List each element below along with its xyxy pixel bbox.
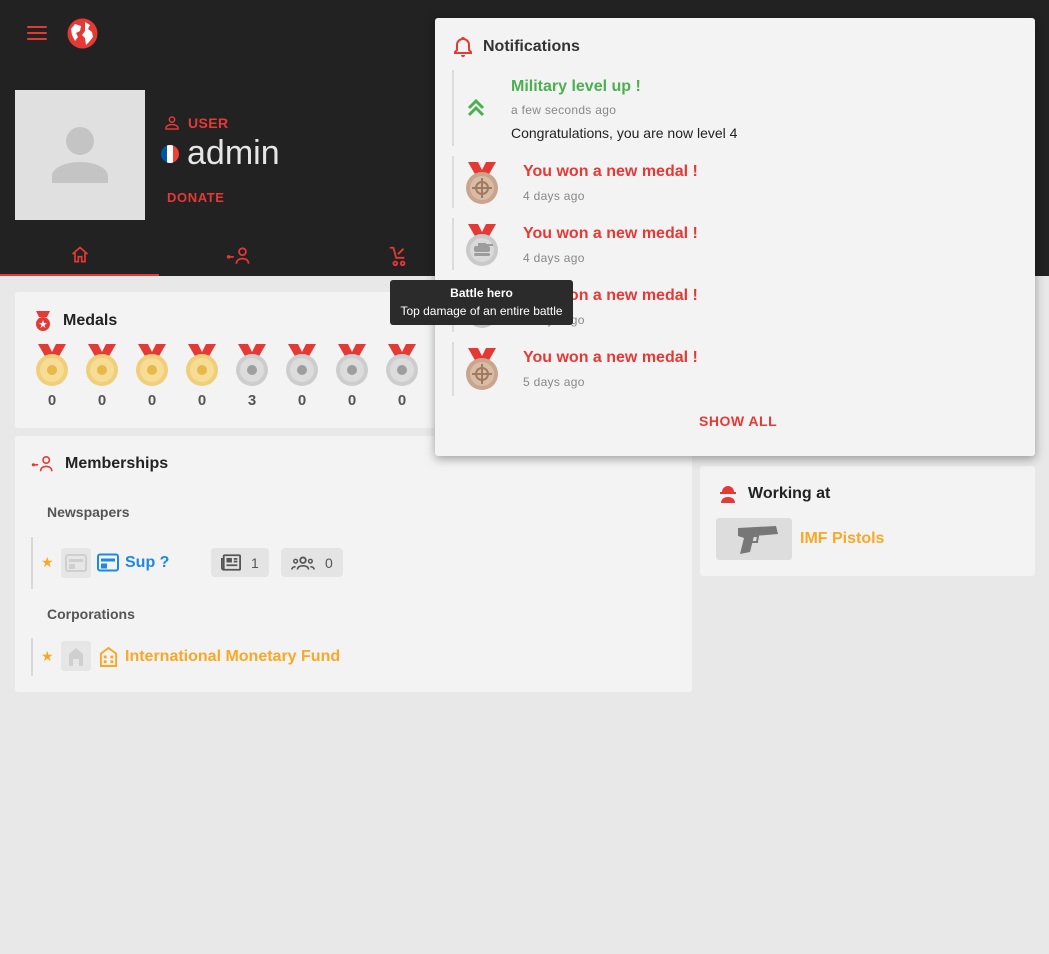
newspaper-link[interactable]: Sup ? (125, 554, 169, 572)
notification-divider (452, 218, 454, 270)
worker-icon (720, 486, 736, 503)
memberships-title: Memberships (65, 455, 169, 472)
corporations-label: Corporations (47, 606, 135, 622)
notification-time: 4 days ago (523, 251, 585, 265)
double-chevron-up-icon (467, 98, 485, 117)
pistol-image (716, 518, 792, 560)
flag-medal-icon[interactable] (135, 344, 169, 393)
crosshair-medal-icon (464, 348, 500, 397)
donate-button[interactable]: DONATE (167, 190, 225, 205)
notification-time: 5 days ago (523, 375, 585, 389)
bell-icon (454, 36, 472, 57)
group-icon (291, 556, 315, 570)
medal-count: 0 (47, 392, 57, 409)
username: admin (187, 134, 280, 172)
notification-time: a few seconds ago (511, 103, 617, 117)
star-icon: ★ (41, 648, 54, 664)
crown-medal-icon[interactable] (185, 344, 219, 393)
bank-medal-icon[interactable] (285, 344, 319, 393)
notification-divider (452, 342, 454, 396)
notification-heading[interactable]: You won a new medal ! (523, 225, 698, 243)
corporation-logo (61, 641, 91, 671)
medal-tooltip: Battle hero Top damage of an entire batt… (390, 280, 573, 325)
home-icon (71, 246, 88, 263)
tab-memberships[interactable] (159, 236, 318, 276)
notification-heading[interactable]: You won a new medal ! (523, 163, 698, 181)
memberships-heading: Memberships (31, 454, 168, 474)
memberships-icon (31, 456, 53, 472)
globe-logo-icon[interactable] (66, 17, 99, 50)
subscribers-chip: 0 (281, 548, 343, 577)
work-icon (389, 246, 405, 267)
newspaper-divider (31, 537, 33, 589)
medals-title: Medals (63, 312, 118, 329)
working-heading: Working at (718, 484, 830, 504)
notification-time: 4 days ago (523, 189, 585, 203)
corporation-link[interactable]: International Monetary Fund (125, 648, 340, 666)
company-link[interactable]: IMF Pistols (800, 530, 884, 548)
medal-icon (36, 311, 50, 331)
france-flag-icon (161, 145, 179, 163)
notification-body: Congratulations, you are now level 4 (511, 125, 738, 141)
notification-divider (452, 70, 454, 146)
person-medal-icon[interactable] (85, 344, 119, 393)
medal-count: 3 (247, 392, 257, 409)
tank-medal-icon[interactable] (235, 344, 269, 393)
corporation-icon (99, 646, 118, 667)
medal-count: 0 (97, 392, 107, 409)
star-icon: ★ (41, 554, 54, 570)
menu-icon[interactable] (27, 26, 47, 42)
avatar (15, 90, 145, 220)
newspaper-icon (97, 553, 119, 572)
crosshair-medal-icon (464, 162, 500, 211)
subscribers-count: 0 (325, 554, 333, 571)
fire-medal-icon[interactable] (35, 344, 69, 393)
show-all-button[interactable]: SHOW ALL (699, 413, 777, 429)
medal-count: 0 (397, 392, 407, 409)
tab-home[interactable] (0, 236, 159, 276)
role-label: USER (188, 115, 229, 131)
working-title: Working at (748, 485, 831, 502)
role-badge: USER (163, 114, 229, 132)
newspaper-logo (61, 548, 91, 578)
articles-chip: 1 (211, 548, 269, 577)
medal-count: 0 (347, 392, 357, 409)
notification-heading[interactable]: You won a new medal ! (523, 349, 698, 367)
tooltip-title: Battle hero (450, 286, 513, 300)
articles-count: 1 (251, 554, 259, 571)
user-outline-icon (165, 116, 179, 130)
medals-heading: Medals (33, 310, 117, 332)
notification-divider (452, 156, 454, 208)
newspapers-label: Newspapers (47, 504, 130, 520)
notifications-title: Notifications (483, 38, 580, 55)
articles-icon (221, 554, 241, 571)
tank-medal-icon (464, 224, 500, 273)
medal-count: 0 (297, 392, 307, 409)
notification-heading[interactable]: Military level up ! (511, 78, 641, 96)
tower-medal-icon[interactable] (335, 344, 369, 393)
vial-medal-icon[interactable] (385, 344, 419, 393)
memberships-icon (226, 247, 249, 264)
medal-count: 0 (197, 392, 207, 409)
tooltip-text: Top damage of an entire battle (400, 304, 563, 318)
medal-count: 0 (147, 392, 157, 409)
corporation-divider (31, 638, 33, 676)
